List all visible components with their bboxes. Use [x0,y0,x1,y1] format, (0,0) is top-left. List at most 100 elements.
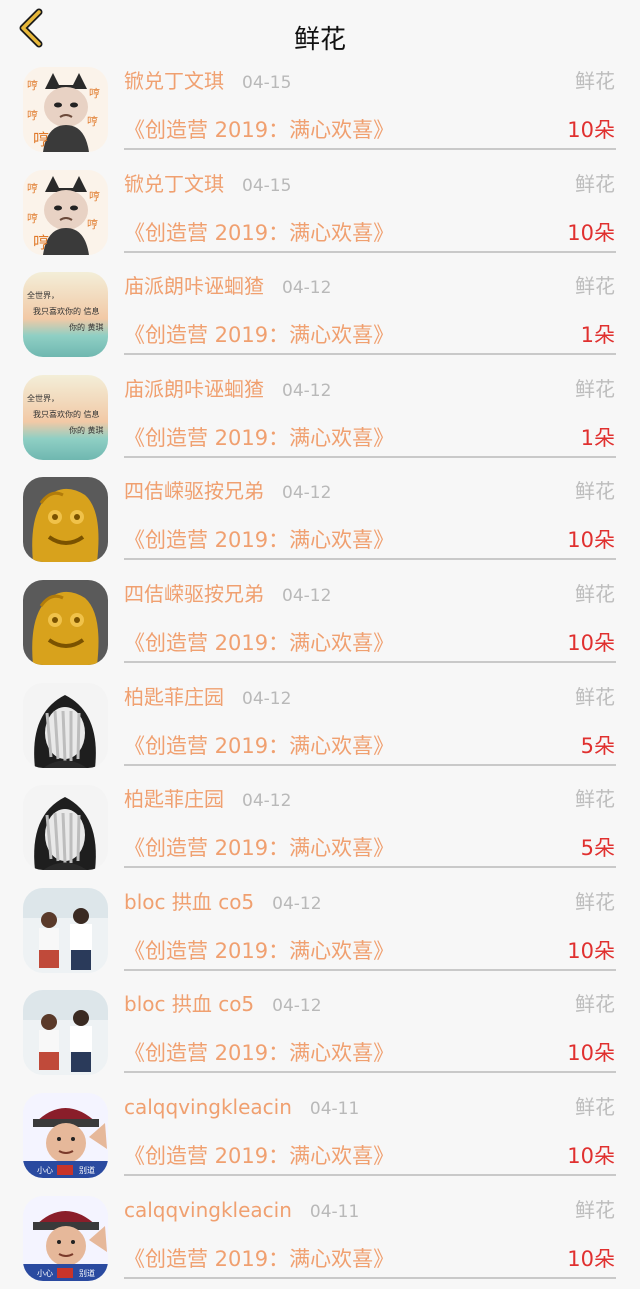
list-item[interactable]: 锨兑丁文琪 04-15 鲜花 《创造营 2019：满心欢喜》 10朵 [0,161,640,264]
gift-type: 鲜花 [575,479,615,504]
sender-name-line: 柏匙菲庄园 04-12 [124,784,291,816]
avatar[interactable] [23,1195,108,1281]
avatar[interactable] [23,374,108,460]
divider [124,148,616,150]
event-name[interactable]: 《创造营 2019：满心欢喜》 [124,628,394,658]
gift-count: 10朵 [567,1246,615,1271]
avatar[interactable] [23,477,108,563]
sender-name[interactable]: 四佶嵘驱按兄弟 [124,479,264,503]
sender-name[interactable]: calqqvingkleacin [124,1095,292,1119]
list-item[interactable]: 锨兑丁文琪 04-15 鲜花 《创造营 2019：满心欢喜》 10朵 [0,58,640,161]
send-date: 04-12 [282,380,332,401]
gift-count: 10朵 [567,938,615,963]
gift-type: 鲜花 [575,69,615,93]
list-item[interactable]: 庙派朗咔诬蛔猹 04-12 鲜花 《创造营 2019：满心欢喜》 1朵 [0,263,640,366]
gift-type: 鲜花 [575,684,615,709]
send-date: 04-12 [282,483,332,504]
gift-count: 5朵 [580,836,615,861]
list-item[interactable]: 柏匙菲庄园 04-12 鲜花 《创造营 2019：满心欢喜》 5朵 [0,776,640,879]
send-date: 04-11 [309,1098,360,1119]
gift-count: 10朵 [567,1041,615,1066]
list-item[interactable]: calqqvingkleacin 04-11 鲜花 《创造营 2019：满心欢喜》… [0,1187,640,1289]
avatar-image [23,1092,108,1178]
list-item[interactable]: 柏匙菲庄园 04-12 鲜花 《创造营 2019：满心欢喜》 5朵 [0,674,640,777]
sender-name[interactable]: 锨兑丁文琪 [124,69,224,93]
gift-type: 鲜花 [575,376,615,401]
sender-name-line: 四佶嵘驱按兄弟 04-12 [124,579,331,611]
avatar-image [23,67,108,152]
avatar[interactable] [23,272,108,358]
sender-name-line: bloc 拱血 co5 04-12 [124,887,322,919]
divider [124,353,616,356]
gift-type: 鲜花 [575,581,615,606]
gift-count: 1朵 [580,323,615,348]
sender-name[interactable]: bloc 拱血 co5 [124,890,254,914]
sender-name[interactable]: 庙派朗咔诬蛔猹 [124,274,264,298]
sender-name[interactable]: bloc 拱血 co5 [124,992,254,1016]
sender-name[interactable]: 锨兑丁文琪 [124,172,224,196]
avatar-image [23,682,108,768]
gift-type: 鲜花 [575,787,615,812]
event-name[interactable]: 《创造营 2019：满心欢喜》 [124,1244,394,1274]
sender-name-line: bloc 拱血 co5 04-12 [124,989,322,1021]
avatar[interactable] [23,682,108,768]
send-date: 04-12 [242,791,292,812]
divider [124,1071,616,1074]
gift-count: 10朵 [567,1143,615,1168]
avatar[interactable] [23,169,108,255]
event-name[interactable]: 《创造营 2019：满心欢喜》 [124,731,394,761]
divider [124,455,616,458]
event-name[interactable]: 《创造营 2019：满心欢喜》 [124,936,394,966]
sender-name[interactable]: 柏匙菲庄园 [124,787,224,811]
event-name[interactable]: 《创造营 2019：满心欢喜》 [124,218,394,248]
avatar-image [23,374,108,460]
sender-name[interactable]: 庙派朗咔诬蛔猹 [124,377,264,401]
avatar[interactable] [23,990,108,1076]
avatar[interactable] [23,1092,108,1178]
send-date: 04-12 [272,893,322,914]
sender-name-line: 锨兑丁文琪 04-15 [124,169,291,201]
sender-name[interactable]: calqqvingkleacin [124,1198,292,1222]
avatar-image [23,1195,108,1281]
avatar[interactable] [23,785,108,871]
avatar-image [23,477,108,563]
avatar[interactable] [23,887,108,973]
send-date: 04-11 [309,1201,360,1222]
event-name[interactable]: 《创造营 2019：满心欢喜》 [124,525,394,555]
list-item[interactable]: calqqvingkleacin 04-11 鲜花 《创造营 2019：满心欢喜》… [0,1084,640,1187]
gift-type: 鲜花 [575,889,615,914]
divider [124,558,616,561]
event-name[interactable]: 《创造营 2019：满心欢喜》 [124,833,394,863]
nav-bar: 鲜花 [0,0,640,58]
event-name[interactable]: 《创造营 2019：满心欢喜》 [124,1038,394,1068]
sender-name-line: 锨兑丁文琪 04-15 [124,66,291,98]
sender-name-line: calqqvingkleacin 04-11 [124,1092,359,1124]
gift-list: 锨兑丁文琪 04-15 鲜花 《创造营 2019：满心欢喜》 10朵 锨兑丁文琪 0… [0,58,640,1289]
avatar-image [23,990,108,1076]
list-item[interactable]: 庙派朗咔诬蛔猹 04-12 鲜花 《创造营 2019：满心欢喜》 1朵 [0,366,640,469]
gift-type: 鲜花 [575,171,615,196]
gift-type: 鲜花 [575,274,615,299]
divider [124,250,616,253]
gift-type: 鲜花 [575,1197,615,1222]
sender-name-line: 庙派朗咔诬蛔猹 04-12 [124,271,331,303]
avatar[interactable] [23,579,108,665]
send-date: 04-15 [242,175,292,196]
divider [124,866,616,869]
sender-name-line: 四佶嵘驱按兄弟 04-12 [124,476,331,508]
sender-name[interactable]: 四佶嵘驱按兄弟 [124,582,264,606]
sender-name[interactable]: 柏匙菲庄园 [124,685,224,709]
list-item[interactable]: 四佶嵘驱按兄弟 04-12 鲜花 《创造营 2019：满心欢喜》 10朵 [0,468,640,571]
event-name[interactable]: 《创造营 2019：满心欢喜》 [124,423,394,453]
event-name[interactable]: 《创造营 2019：满心欢喜》 [124,115,394,145]
list-item[interactable]: bloc 拱血 co5 04-12 鲜花 《创造营 2019：满心欢喜》 10朵 [0,981,640,1084]
sender-name-line: 庙派朗咔诬蛔猹 04-12 [124,374,331,406]
avatar[interactable] [23,67,108,152]
gift-count: 10朵 [567,118,615,142]
avatar-image [23,169,108,255]
event-name[interactable]: 《创造营 2019：满心欢喜》 [124,1141,394,1171]
avatar-image [23,785,108,871]
list-item[interactable]: 四佶嵘驱按兄弟 04-12 鲜花 《创造营 2019：满心欢喜》 10朵 [0,571,640,674]
event-name[interactable]: 《创造营 2019：满心欢喜》 [124,320,394,350]
list-item[interactable]: bloc 拱血 co5 04-12 鲜花 《创造营 2019：满心欢喜》 10朵 [0,879,640,982]
